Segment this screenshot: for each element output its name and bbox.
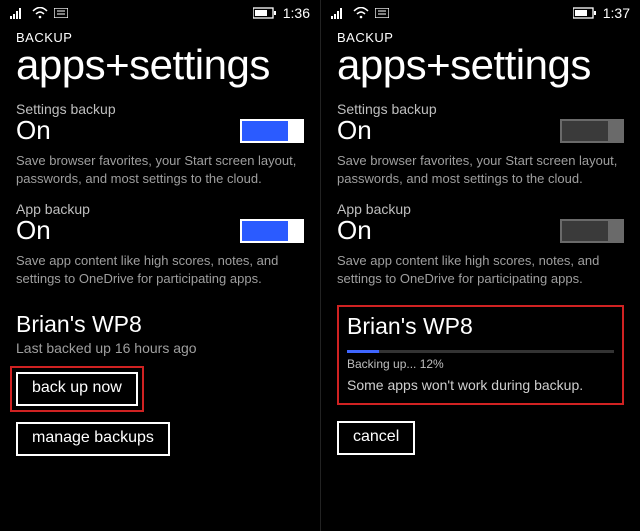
device-name: Brian's WP8 [347, 313, 614, 340]
progress-bar [347, 350, 379, 353]
cancel-button[interactable]: cancel [337, 421, 415, 455]
status-bar: 1:37 [321, 0, 640, 24]
settings-backup-desc: Save browser favorites, your Start scree… [337, 152, 624, 187]
battery-icon [573, 7, 597, 19]
device-block: Brian's WP8 Backing up... 12% Some apps … [321, 287, 640, 405]
settings-backup-state: On [337, 115, 372, 146]
page-title: apps+settings [16, 43, 304, 87]
status-bar: 1:36 [0, 0, 320, 24]
settings-backup-toggle[interactable] [240, 119, 304, 143]
app-backup-desc: Save app content like high scores, notes… [337, 252, 624, 287]
backup-message: Some apps won't work during backup. [347, 377, 614, 393]
clock-text: 1:36 [283, 5, 310, 21]
wifi-icon [353, 7, 369, 19]
backup-progress: Backing up... 12% [347, 350, 614, 371]
battery-icon [253, 7, 277, 19]
settings-backup-section: Settings backup On Save browser favorite… [0, 87, 320, 187]
notification-icon [54, 8, 68, 18]
screenshot-right: 1:37 BACKUP apps+settings Settings backu… [320, 0, 640, 531]
settings-backup-toggle[interactable] [560, 119, 624, 143]
device-block: Brian's WP8 Last backed up 16 hours ago [0, 287, 320, 356]
manage-backups-button[interactable]: manage backups [16, 422, 170, 456]
app-backup-section: App backup On Save app content like high… [321, 187, 640, 287]
wifi-icon [32, 7, 48, 19]
page-header: BACKUP apps+settings [0, 24, 320, 87]
progress-track [347, 350, 614, 353]
settings-backup-section: Settings backup On Save browser favorite… [321, 87, 640, 187]
device-name: Brian's WP8 [16, 311, 304, 338]
page-title: apps+settings [337, 43, 624, 87]
progress-text: Backing up... 12% [347, 357, 614, 371]
screenshot-left: 1:36 BACKUP apps+settings Settings backu… [0, 0, 320, 531]
app-backup-state: On [337, 215, 372, 246]
app-backup-section: App backup On Save app content like high… [0, 187, 320, 287]
app-backup-state: On [16, 215, 51, 246]
signal-icon [10, 7, 26, 19]
app-backup-desc: Save app content like high scores, notes… [16, 252, 304, 287]
clock-text: 1:37 [603, 5, 630, 21]
page-header: BACKUP apps+settings [321, 24, 640, 87]
app-backup-toggle[interactable] [240, 219, 304, 243]
backup-progress-highlight: Brian's WP8 Backing up... 12% Some apps … [337, 305, 624, 405]
notification-icon [375, 8, 389, 18]
settings-backup-desc: Save browser favorites, your Start scree… [16, 152, 304, 187]
signal-icon [331, 7, 347, 19]
last-backup-text: Last backed up 16 hours ago [16, 340, 304, 356]
app-backup-toggle[interactable] [560, 219, 624, 243]
backup-now-button[interactable]: back up now [16, 372, 138, 406]
settings-backup-state: On [16, 115, 51, 146]
